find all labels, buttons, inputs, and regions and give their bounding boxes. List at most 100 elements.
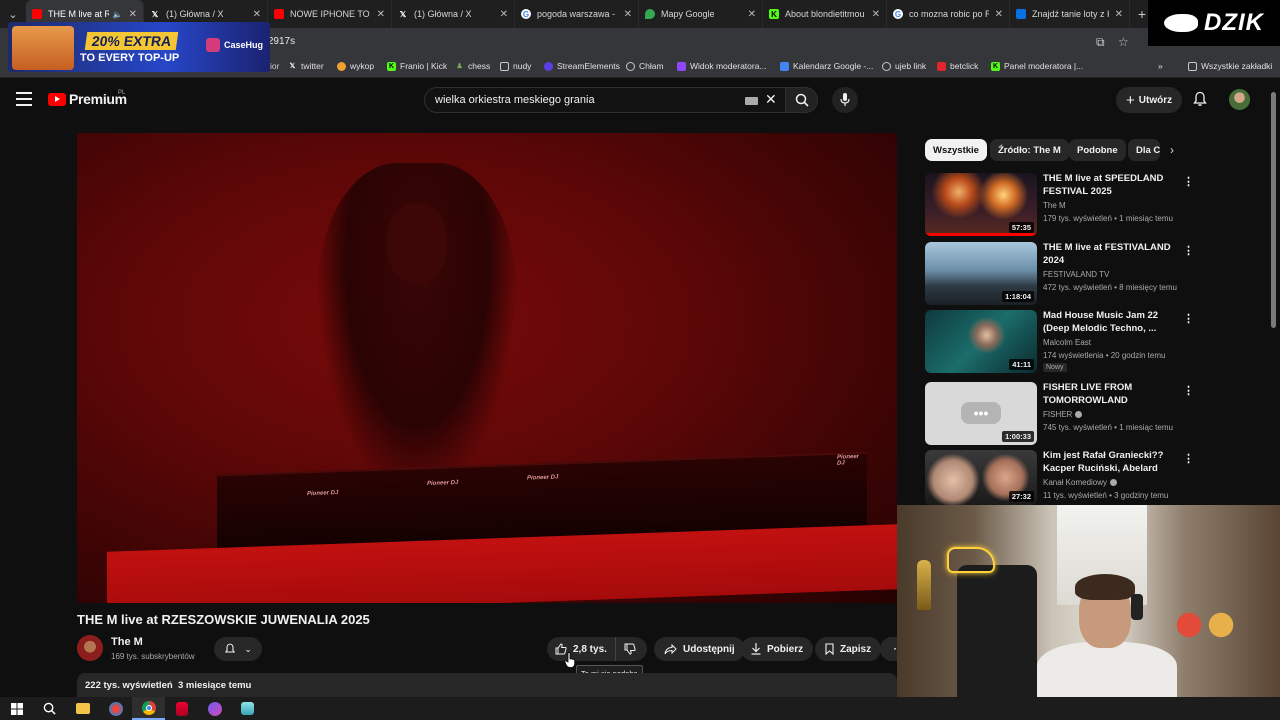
video-thumbnail[interactable]: 41:11 xyxy=(925,310,1037,373)
more-options-icon[interactable]: ⋮ xyxy=(1183,452,1194,465)
keyboard-icon[interactable] xyxy=(745,97,758,105)
recommended-video[interactable]: 41:11 Mad House Music Jam 22 (Deep Melod… xyxy=(925,310,1194,374)
verified-icon xyxy=(1075,411,1083,419)
bookmark-item[interactable]: wykop xyxy=(337,61,374,71)
app-icon[interactable] xyxy=(99,697,132,720)
channel-avatar[interactable] xyxy=(77,635,103,661)
country-code: PL xyxy=(118,90,126,96)
browser-tab[interactable]: Mapy Google ✕ xyxy=(639,0,763,28)
thumbs-down-icon xyxy=(624,643,636,655)
all-bookmarks-button[interactable]: Wszystkie zakładki xyxy=(1188,61,1272,71)
channel-name[interactable]: The M xyxy=(111,636,143,648)
chip-for-you[interactable]: Dla C xyxy=(1128,139,1160,161)
app-icon[interactable] xyxy=(231,697,264,720)
recommended-video[interactable]: ••• 1:00:33 FISHER LIVE FROM TOMORROWLAN… xyxy=(925,382,1194,446)
bookmark-item[interactable]: Kalendarz Google -... xyxy=(780,61,873,71)
notifications-bell-icon[interactable] xyxy=(1192,91,1208,107)
search-icon[interactable] xyxy=(33,697,66,720)
description-box[interactable]: 222 tys. wyświetleń 3 miesiące temu xyxy=(77,673,897,697)
tab-title: (1) Główna / X xyxy=(414,9,472,19)
like-button[interactable]: 2,8 tys. xyxy=(547,637,616,661)
save-button[interactable]: Zapisz xyxy=(815,637,882,661)
voice-search-button[interactable] xyxy=(832,87,858,113)
brand-mark: Pioneer DJ xyxy=(837,453,860,467)
chrome-icon[interactable] xyxy=(132,697,165,720)
create-button[interactable]: + Utwórz xyxy=(1116,87,1183,113)
chevron-right-icon[interactable]: › xyxy=(1170,143,1174,157)
channel-name: Kanał Komediowy xyxy=(1043,478,1118,487)
browser-tab[interactable]: G pogoda warszawa - S ✕ xyxy=(515,0,639,28)
video-player[interactable]: Pioneer DJ Pioneer DJ Pioneer DJ Pioneer… xyxy=(77,133,897,603)
install-app-icon[interactable]: ⧉ xyxy=(1096,35,1105,50)
bookmark-item[interactable]: K Franio | Kick xyxy=(387,61,447,71)
share-button[interactable]: Udostępnij xyxy=(654,637,745,661)
more-options-icon[interactable]: ⋮ xyxy=(1183,244,1194,257)
close-icon[interactable]: ✕ xyxy=(995,9,1003,20)
search-input[interactable]: wielka orkiestra meskiego grania ✕ xyxy=(424,87,786,113)
close-icon[interactable]: ✕ xyxy=(1115,9,1123,20)
ad-brand: CaseHug xyxy=(206,38,263,52)
x-icon: 𝕏 xyxy=(289,63,296,70)
speaker-icon[interactable]: 🔈 xyxy=(113,10,123,19)
more-actions-button[interactable]: · xyxy=(880,637,897,661)
watch-progress-bar xyxy=(925,233,1037,236)
close-icon[interactable]: ✕ xyxy=(872,9,880,20)
close-icon[interactable]: ✕ xyxy=(129,9,137,20)
browser-tab[interactable]: Znajdź tanie loty z K ✕ xyxy=(1010,0,1130,28)
windows-start-icon[interactable] xyxy=(0,697,33,720)
search-button[interactable] xyxy=(786,87,818,113)
browser-tab[interactable]: 𝕏 (1) Główna / X ✕ xyxy=(392,0,515,28)
bookmark-item[interactable]: nudy xyxy=(500,61,531,71)
kick-icon: K xyxy=(991,61,1000,71)
bookmark-item[interactable]: ujeb link xyxy=(882,61,926,71)
close-icon[interactable]: ✕ xyxy=(624,9,632,20)
video-thumbnail[interactable]: 57:35 xyxy=(925,173,1037,236)
video-duration: 1:00:33 xyxy=(1002,431,1034,442)
bookmark-item[interactable]: 𝕏twitter xyxy=(288,61,324,71)
bookmark-item[interactable]: Widok moderatora... xyxy=(677,61,767,71)
bookmark-item[interactable]: ior xyxy=(270,61,279,71)
close-icon[interactable]: ✕ xyxy=(253,9,261,20)
app-icon[interactable] xyxy=(165,697,198,720)
browser-tab[interactable]: NOWE IPHONE TO P ✕ xyxy=(268,0,392,28)
close-icon[interactable]: ✕ xyxy=(377,9,385,20)
subscription-notification-button[interactable]: ⌄ xyxy=(214,637,262,661)
youtube-premium-logo[interactable]: Premium xyxy=(48,91,127,107)
video-thumbnail[interactable]: ••• 1:00:33 xyxy=(925,382,1037,445)
browser-tab[interactable]: K About blondietitmou ✕ xyxy=(763,0,887,28)
recommended-video[interactable]: 1:18:04 THE M live at FESTIVALAND 2024 F… xyxy=(925,242,1194,306)
more-options-icon[interactable]: ⋮ xyxy=(1183,175,1194,188)
bookmark-item[interactable]: betclick xyxy=(937,61,978,71)
bell-icon xyxy=(224,643,236,653)
video-title: Kim jest Rafał Graniecki?? Kacper Rucińs… xyxy=(1043,450,1164,476)
stream-logo: DZIK xyxy=(1148,0,1280,46)
betclic-icon xyxy=(937,61,946,71)
more-options-icon[interactable]: ⋮ xyxy=(1183,312,1194,325)
bookmark-item[interactable]: K Panel moderatora |... xyxy=(991,61,1083,71)
recommended-video[interactable]: 57:35 THE M live at SPEEDLAND FESTIVAL 2… xyxy=(925,173,1194,237)
chip-source-channel[interactable]: Źródło: The M xyxy=(990,139,1069,161)
close-icon[interactable]: ✕ xyxy=(748,9,756,20)
account-avatar[interactable] xyxy=(1229,89,1250,110)
bookmark-item[interactable]: StreamElements xyxy=(544,61,620,71)
tab-title: Znajdź tanie loty z K xyxy=(1032,9,1109,19)
bookmark-star-icon[interactable]: ☆ xyxy=(1118,35,1129,49)
chip-all[interactable]: Wszystkie xyxy=(925,139,987,161)
bookmark-item[interactable]: ♟ chess xyxy=(455,61,490,71)
video-thumbnail[interactable]: 1:18:04 xyxy=(925,242,1037,305)
video-thumbnail[interactable]: 27:32 xyxy=(925,450,1037,505)
file-explorer-icon[interactable] xyxy=(66,697,99,720)
dislike-button[interactable] xyxy=(616,637,644,661)
page-scrollbar[interactable] xyxy=(1271,92,1276,328)
app-icon[interactable] xyxy=(198,697,231,720)
close-icon[interactable]: ✕ xyxy=(500,9,508,20)
chevron-right-icon[interactable]: » xyxy=(1158,61,1163,71)
chip-related[interactable]: Podobne xyxy=(1069,139,1126,161)
youtube-icon xyxy=(274,9,284,19)
menu-icon[interactable] xyxy=(16,92,32,106)
browser-tab[interactable]: G co mozna robic po R ✕ xyxy=(887,0,1010,28)
more-options-icon[interactable]: ⋮ xyxy=(1183,384,1194,397)
download-button[interactable]: Pobierz xyxy=(741,637,814,661)
bookmark-item[interactable]: Chłam xyxy=(626,61,664,71)
close-icon[interactable]: ✕ xyxy=(765,91,777,108)
